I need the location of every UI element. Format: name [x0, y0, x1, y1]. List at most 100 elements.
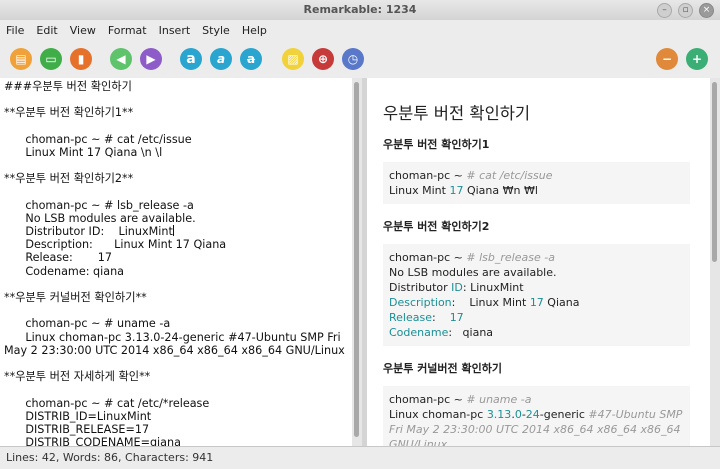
code-token: : LinuxMint — [462, 281, 524, 294]
new-document-icon[interactable]: ▤ — [10, 48, 32, 70]
code-token: choman-pc ~ — [389, 251, 467, 264]
code-token: 0 — [514, 408, 522, 421]
preview-sections: 우분투 버전 확인하기1 choman-pc ~ # cat /etc/issue… — [383, 136, 690, 446]
save-icon[interactable]: ▮ — [70, 48, 92, 70]
code-token: 17 — [449, 184, 464, 197]
markdown-editor[interactable]: ###우분투 버전 확인하기 **우분투 버전 확인하기1** choman-p… — [0, 78, 353, 446]
editor-line: Description: Linux Mint 17 Qiana — [4, 238, 227, 252]
html-preview: 우분투 버전 확인하기 우분투 버전 확인하기1 choman-pc ~ # ca… — [367, 78, 710, 446]
status-bar: Lines: 42, Words: 86, Characters: 941 — [0, 446, 720, 469]
code-line: Distributor ID: LinuxMint — [389, 280, 684, 295]
code-token: choman-pc ~ — [389, 169, 467, 182]
preview-heading: 우분투 버전 확인하기 — [383, 104, 531, 123]
preview-subheading: 우분투 버전 확인하기1 — [383, 138, 490, 151]
code-token: Release — [389, 311, 432, 324]
maximize-button[interactable]: ▫ — [678, 3, 693, 18]
menu-edit[interactable]: Edit — [30, 24, 63, 37]
editor-line: DISTRIB_RELEASE=17 — [4, 422, 150, 436]
editor-line: Distributor ID: LinuxMint — [4, 225, 174, 239]
code-token: 24 — [525, 408, 540, 421]
zoom-out-icon[interactable]: − — [656, 48, 678, 70]
code-line: Linux Mint 17 Qiana ₩n ₩l — [389, 183, 684, 198]
menu-insert[interactable]: Insert — [153, 24, 197, 37]
editor-line: choman-pc ~ # cat /etc/issue — [4, 132, 192, 146]
code-token: 3.13 — [486, 408, 512, 421]
code-token: # uname -a — [466, 393, 532, 406]
code-token: # cat /etc/issue — [466, 169, 553, 182]
menu-bar: File Edit View Format Insert Style Help — [0, 20, 720, 40]
menu-help[interactable]: Help — [236, 24, 273, 37]
editor-line: **우분투 버전 확인하기2** — [4, 172, 134, 186]
editor-line: DISTRIB_ID=LinuxMint — [4, 409, 152, 423]
editor-line: Linux Mint 17 Qiana \n \l — [4, 145, 163, 159]
menu-style[interactable]: Style — [196, 24, 236, 37]
editor-line: No LSB modules are available. — [4, 211, 196, 225]
code-token: 17 — [449, 311, 464, 324]
insert-timestamp-clock-icon[interactable]: ◷ — [342, 48, 364, 70]
code-line: choman-pc ~ # cat /etc/issue — [389, 168, 684, 183]
code-token: choman-pc ~ — [389, 393, 467, 406]
menu-format[interactable]: Format — [102, 24, 153, 37]
editor-line: **우분투 커널버전 확인하기** — [4, 291, 147, 304]
code-token: Distributor — [389, 281, 452, 294]
editor-line: Codename: qiana — [4, 264, 125, 278]
editor-line: choman-pc ~ # uname -a — [4, 317, 171, 331]
code-token: Linux Mint — [389, 184, 450, 197]
forward-arrow-icon[interactable]: ▶ — [140, 48, 162, 70]
code-token: # lsb_release -a — [466, 251, 555, 264]
preview-scrollbar-thumb[interactable] — [712, 82, 717, 262]
code-line: Release: 17 — [389, 310, 684, 325]
preview-code-block: choman-pc ~ # cat /etc/issue Linux Mint 1… — [383, 162, 690, 204]
code-line: choman-pc ~ # lsb_release -a — [389, 250, 684, 265]
code-token: : Linux Mint — [451, 296, 530, 309]
editor-line: May 2 23:30:00 UTC 2014 x86_64 x86_64 x8… — [4, 343, 345, 357]
menu-view[interactable]: View — [64, 24, 102, 37]
back-arrow-icon[interactable]: ◀ — [110, 48, 132, 70]
code-token: -generic — [539, 408, 589, 421]
bold-a-icon[interactable]: a — [180, 48, 202, 70]
code-token: Description — [389, 296, 452, 309]
insert-link-globe-icon[interactable]: ⊕ — [312, 48, 334, 70]
code-token: : qiana — [448, 326, 494, 339]
code-line: Description: Linux Mint 17 Qiana — [389, 295, 684, 310]
insert-image-icon[interactable]: ▨ — [282, 48, 304, 70]
editor-line: choman-pc ~ # lsb_release -a — [4, 198, 194, 212]
close-button[interactable]: × — [699, 3, 714, 18]
zoom-in-icon[interactable]: + — [686, 48, 708, 70]
editor-line: choman-pc ~ # cat /etc/*release — [4, 396, 210, 410]
toolbar: ▤ ▭ ▮ ◀ ▶ a a a ▨ ⊕ ◷ − + — [0, 40, 720, 79]
preview-scrollbar[interactable] — [710, 78, 720, 446]
title-bar: Remarkable: 1234 – ▫ × — [0, 0, 720, 21]
window-title: Remarkable: 1234 — [303, 3, 417, 16]
code-token: 17 — [529, 296, 544, 309]
code-line: Linux choman-pc 3.13.0-24-generic #47-Ub… — [389, 407, 684, 446]
code-line: choman-pc ~ # uname -a — [389, 392, 684, 407]
editor-text[interactable]: ###우분투 버전 확인하기 **우분투 버전 확인하기1** choman-p… — [0, 78, 352, 446]
code-line: No LSB modules are available. — [389, 265, 684, 280]
open-folder-icon[interactable]: ▭ — [40, 48, 62, 70]
status-text: Lines: 42, Words: 86, Characters: 941 — [6, 451, 214, 464]
text-caret — [172, 225, 174, 237]
code-line: Codename: qiana — [389, 325, 684, 340]
editor-line: DISTRIB_CODENAME=qiana — [4, 436, 181, 446]
code-token: Codename — [389, 326, 449, 339]
minimize-button[interactable]: – — [657, 3, 672, 18]
preview-content: 우분투 버전 확인하기 우분투 버전 확인하기1 choman-pc ~ # ca… — [367, 78, 710, 446]
menu-file[interactable]: File — [0, 24, 30, 37]
editor-scrollbar-thumb[interactable] — [354, 82, 359, 437]
editor-line: Linux choman-pc 3.13.0-24-generic #47-Ub… — [4, 330, 341, 344]
preview-subheading: 우분투 버전 확인하기2 — [383, 220, 490, 233]
editor-line: ###우분투 버전 확인하기 — [4, 80, 132, 93]
editor-line: **우분투 버전 확인하기1** — [4, 106, 134, 120]
code-token: No LSB modules are available. — [389, 266, 557, 279]
window-controls: – ▫ × — [657, 3, 714, 18]
editor-line: **우분투 버전 자세하게 확인** — [4, 370, 151, 384]
italic-a-icon[interactable]: a — [210, 48, 232, 70]
strikethrough-a-icon[interactable]: a — [240, 48, 262, 70]
editor-scrollbar[interactable] — [352, 78, 362, 446]
